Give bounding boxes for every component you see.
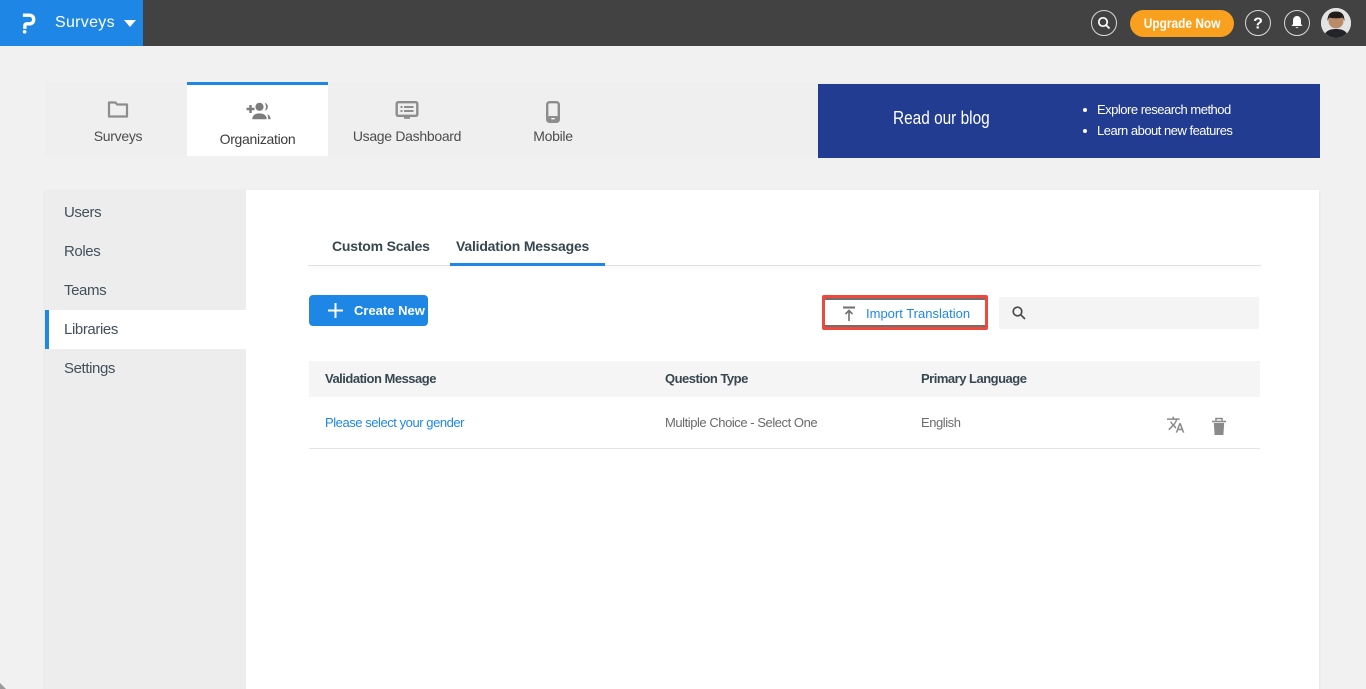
svg-text:?: ? (1253, 16, 1263, 33)
